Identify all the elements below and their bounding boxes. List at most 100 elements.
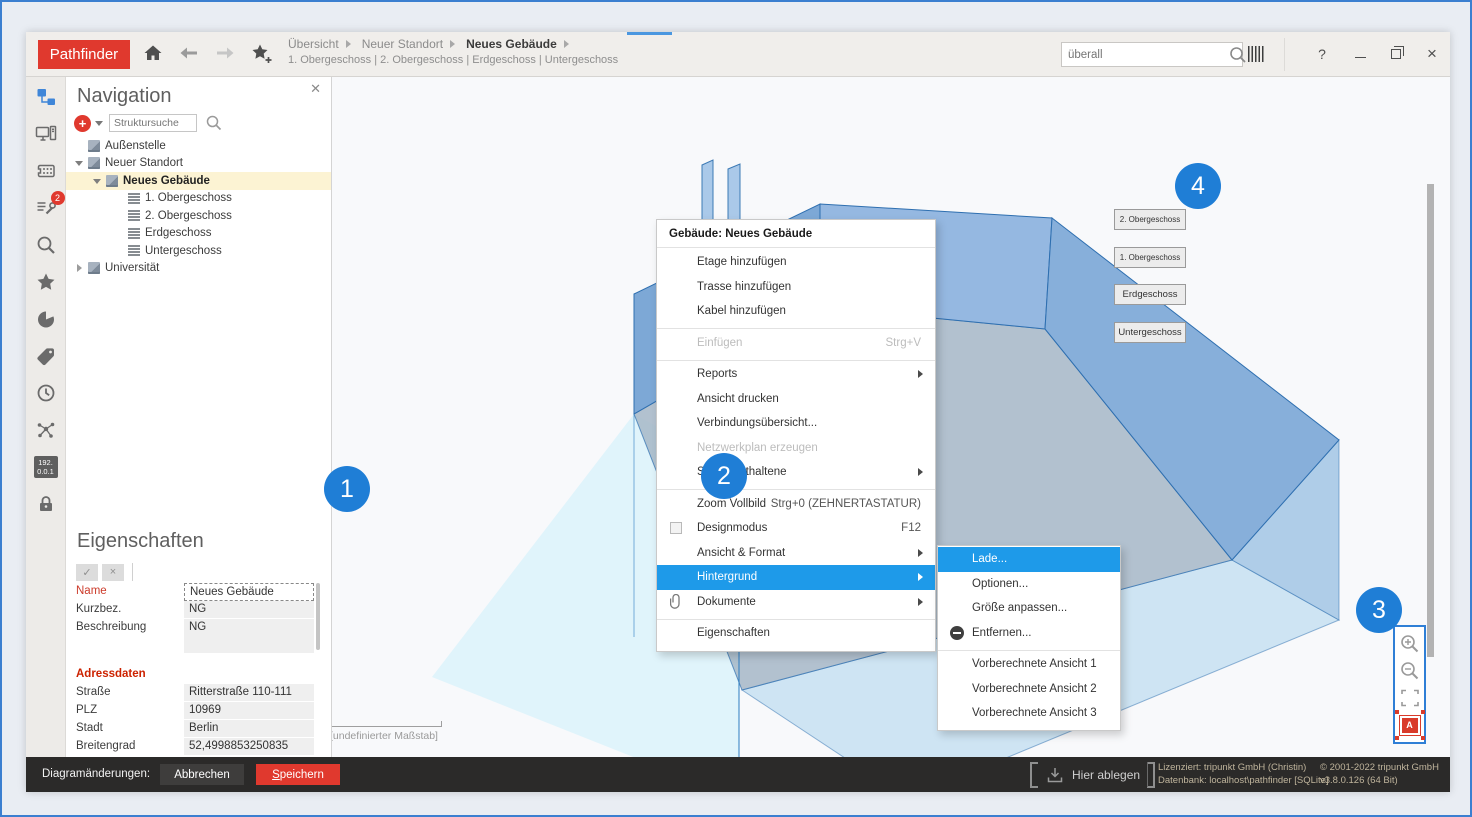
tree-item[interactable]: 2. Obergeschoss — [66, 207, 331, 225]
save-button[interactable]: Speichern — [256, 764, 340, 785]
apply-icon[interactable]: ✓ — [76, 564, 98, 581]
breadcrumb-floors[interactable]: 1. Obergeschoss | 2. Obergeschoss | Erdg… — [288, 54, 618, 66]
canvas-scrollbar[interactable] — [1427, 184, 1434, 657]
tree-item[interactable]: Universität — [66, 260, 331, 278]
text-annotation-icon[interactable]: A — [1399, 714, 1421, 736]
tree-item[interactable]: Neues Gebäude — [66, 172, 331, 190]
menu-item[interactable]: Zoom Vollbild Strg+0 (ZEHNERTASTATUR) — [657, 492, 935, 517]
breadcrumb-item[interactable]: Neuer Standort — [362, 37, 443, 51]
structure-search-input[interactable] — [109, 114, 197, 132]
menu-item[interactable]: Hintergrund — [657, 565, 935, 590]
menu-item[interactable] — [657, 485, 935, 492]
drop-zone-label: Hier ablegen — [1072, 768, 1140, 782]
menu-item[interactable]: Einfügen Strg+V — [657, 331, 935, 356]
zoom-out-icon[interactable] — [1399, 660, 1421, 682]
ip-address-icon[interactable]: 192.0.0.1 — [34, 455, 58, 479]
barcode-scan-icon[interactable] — [1248, 46, 1265, 62]
tools-icon[interactable]: 2 — [34, 196, 58, 220]
menu-item[interactable]: Ansicht drucken — [657, 387, 935, 412]
tree-item[interactable]: Erdgeschoss — [66, 225, 331, 243]
expander-icon[interactable] — [90, 175, 106, 187]
search-input[interactable] — [1062, 49, 1228, 61]
app-logo[interactable]: Pathfinder — [38, 40, 130, 69]
menu-item[interactable] — [657, 324, 935, 331]
minimize-button[interactable] — [1348, 42, 1372, 66]
menu-item[interactable]: Lade... — [938, 547, 1120, 572]
property-row: Adressdaten — [76, 666, 314, 684]
close-button[interactable]: × — [1420, 42, 1444, 66]
search-icon[interactable] — [34, 233, 58, 257]
fit-view-icon[interactable] — [1399, 687, 1421, 709]
expander-icon[interactable] — [112, 227, 128, 239]
floor-button[interactable]: 2. Obergeschoss — [1114, 209, 1186, 230]
drop-zone[interactable]: Hier ablegen — [1030, 761, 1155, 788]
menu-item[interactable]: Eigenschaften — [657, 621, 935, 646]
patch-panel-icon[interactable] — [34, 159, 58, 183]
add-node-button[interactable]: + — [74, 115, 91, 132]
menu-item[interactable]: Vorberechnete Ansicht 2 — [938, 677, 1120, 702]
copyright-info: © 2001-2022 tripunkt GmbH v3.8.0.126 (64… — [1320, 761, 1439, 787]
tree-item[interactable]: Außenstelle — [66, 137, 331, 155]
floor-button[interactable]: Untergeschoss — [1114, 322, 1186, 343]
expander-icon[interactable] — [112, 245, 128, 257]
menu-item[interactable]: Etage hinzufügen — [657, 250, 935, 275]
menu-item[interactable]: Netzwerkplan erzeugen — [657, 436, 935, 461]
favorites-icon[interactable] — [34, 270, 58, 294]
menu-item[interactable]: Optionen... — [938, 572, 1120, 597]
menu-item[interactable]: Vorberechnete Ansicht 1 — [938, 652, 1120, 677]
menu-item[interactable]: Entfernen... — [938, 621, 1120, 646]
back-icon[interactable] — [178, 42, 202, 66]
network-icon[interactable] — [34, 418, 58, 442]
properties-title: Eigenschaften — [77, 530, 204, 553]
floor-button[interactable]: 1. Obergeschoss — [1114, 247, 1186, 268]
menu-item[interactable]: Designmodus F12 — [657, 516, 935, 541]
expander-icon[interactable] — [72, 157, 88, 169]
cancel-button[interactable]: Abbrechen — [160, 764, 244, 785]
close-panel-icon[interactable]: ✕ — [310, 81, 321, 97]
zoom-in-icon[interactable] — [1399, 633, 1421, 655]
menu-item[interactable]: Suche enthaltene — [657, 460, 935, 485]
menu-item[interactable] — [657, 355, 935, 362]
help-button[interactable]: ? — [1310, 42, 1334, 66]
breadcrumb-arrow-icon — [450, 40, 459, 48]
tag-icon[interactable] — [34, 344, 58, 368]
menu-item[interactable] — [938, 645, 1120, 652]
expander-icon[interactable] — [72, 262, 88, 274]
database-line: Datenbank: localhost\pathfinder [SQLite] — [1158, 774, 1329, 787]
breadcrumb-item[interactable]: Übersicht — [288, 37, 339, 51]
workstation-icon[interactable] — [34, 122, 58, 146]
tree-item[interactable]: Untergeschoss — [66, 242, 331, 260]
properties-scrollbar[interactable] — [316, 583, 320, 650]
pie-chart-icon[interactable] — [34, 307, 58, 331]
add-favorite-icon[interactable] — [250, 42, 274, 66]
breadcrumb-item-current[interactable]: Neues Gebäude — [466, 37, 557, 51]
tree-item[interactable]: 1. Obergeschoss — [66, 190, 331, 208]
restore-button[interactable] — [1384, 42, 1408, 66]
menu-item[interactable]: Verbindungsübersicht... — [657, 411, 935, 436]
expander-icon[interactable] — [112, 192, 128, 204]
diagram-canvas[interactable]: 2. Obergeschoss 1. Obergeschoss Erdgesch… — [332, 77, 1450, 757]
expander-icon[interactable] — [112, 210, 128, 222]
add-node-dropdown-icon[interactable] — [95, 121, 103, 130]
menu-item[interactable]: Reports — [657, 362, 935, 387]
topology-icon[interactable] — [34, 85, 58, 109]
structure-search-icon[interactable] — [205, 114, 223, 132]
menu-item[interactable]: Ansicht & Format — [657, 541, 935, 566]
expander-icon[interactable] — [72, 140, 88, 152]
menu-item[interactable]: Vorberechnete Ansicht 3 — [938, 701, 1120, 726]
floor-button[interactable]: Erdgeschoss — [1114, 284, 1186, 305]
menu-item[interactable]: Dokumente — [657, 590, 935, 615]
tree-item[interactable]: Neuer Standort — [66, 155, 331, 173]
menu-item[interactable]: Kabel hinzufügen — [657, 299, 935, 324]
dock-indicator — [627, 32, 672, 35]
discard-icon[interactable]: × — [102, 564, 124, 581]
lock-icon[interactable] — [34, 492, 58, 516]
menu-item[interactable]: Größe anpassen... — [938, 596, 1120, 621]
search-icon[interactable] — [1228, 45, 1248, 65]
history-icon[interactable] — [34, 381, 58, 405]
home-icon[interactable] — [142, 42, 166, 66]
breadcrumb-arrow-icon — [564, 40, 573, 48]
menu-item[interactable]: Trasse hinzufügen — [657, 275, 935, 300]
menu-item[interactable] — [657, 614, 935, 621]
forward-icon[interactable] — [214, 42, 238, 66]
